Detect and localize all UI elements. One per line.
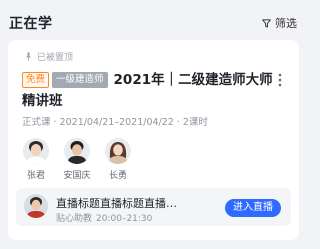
- enter-live-button[interactable]: 进入直播: [225, 199, 281, 217]
- pinned-label: 已被置顶: [37, 53, 74, 63]
- teacher-item[interactable]: 长勇: [104, 138, 132, 181]
- teacher-avatar: [64, 138, 90, 164]
- live-info: 贴心助教 20:00–21:30: [56, 211, 152, 224]
- teacher-list: 张君 安国庆 长勇: [22, 138, 145, 181]
- filter-icon: [262, 18, 271, 28]
- teacher-item[interactable]: 张君: [22, 138, 50, 181]
- course-card[interactable]: 已被置顶 免费 一级建造师 2021年｜二级建造师大师精讲班 正式课 · 2021/…: [8, 40, 299, 240]
- pinned-indicator: 已被置顶: [24, 50, 73, 63]
- teacher-name: 长勇: [108, 171, 127, 181]
- course-title-block[interactable]: 免费 一级建造师 2021年｜二级建造师大师精讲班: [22, 70, 274, 112]
- teacher-avatar: [23, 138, 49, 164]
- filter-button[interactable]: 筛选: [262, 15, 297, 31]
- teacher-avatar: [105, 138, 131, 164]
- live-title: 直播标题直播标题直播标题直播标题: [56, 197, 186, 210]
- teacher-name: 张君: [26, 171, 45, 181]
- host-avatar: [24, 194, 48, 218]
- live-host: 贴心助教: [56, 214, 93, 224]
- category-tag: 一级建造师: [52, 72, 108, 88]
- teacher-item[interactable]: 安国庆: [63, 138, 91, 181]
- course-meta: 正式课 · 2021/04/21–2021/04/22 · 2课时: [22, 117, 208, 128]
- live-time: 20:00–21:30: [96, 214, 153, 224]
- live-session[interactable]: 直播标题直播标题直播标题直播标题 贴心助教20:00–21:30 进入直播: [16, 188, 291, 226]
- page-title: 正在学: [9, 16, 53, 32]
- free-tag: 免费: [22, 72, 50, 88]
- header: 正在学 筛选: [0, 0, 307, 40]
- teacher-name: 安国庆: [63, 171, 91, 181]
- pin-icon: [25, 52, 32, 61]
- more-icon[interactable]: [275, 72, 285, 88]
- filter-label: 筛选: [275, 17, 297, 30]
